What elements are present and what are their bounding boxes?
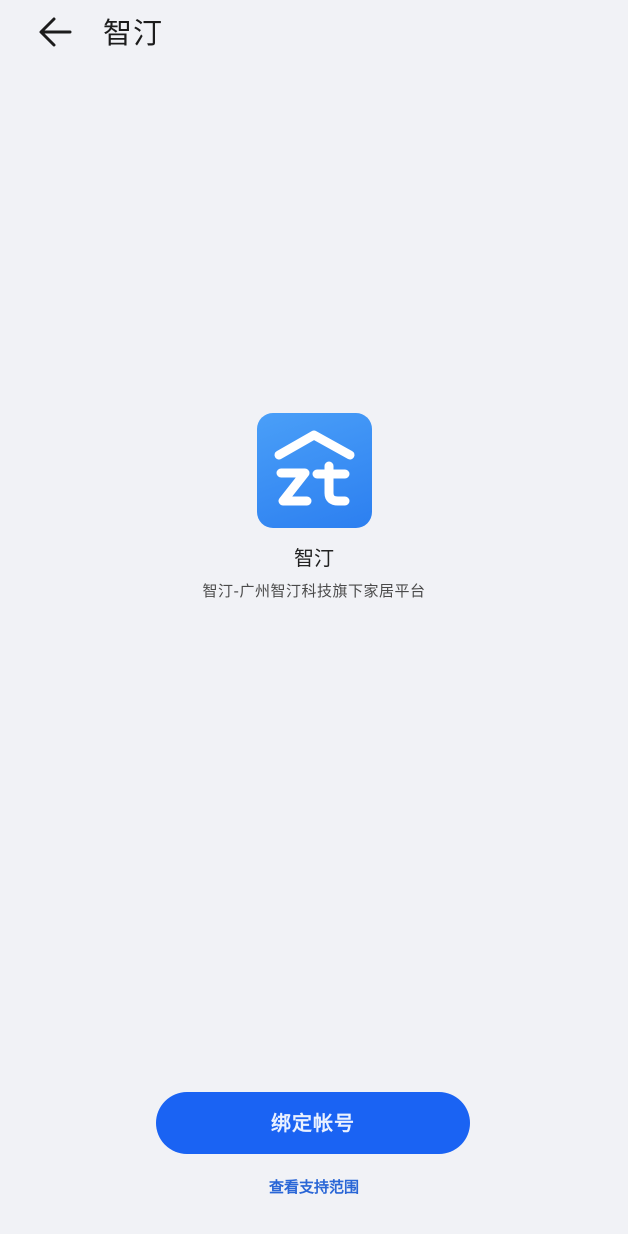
- view-support-scope-link[interactable]: 查看支持范围: [0, 1176, 628, 1198]
- app-description: 智汀-广州智汀科技旗下家居平台: [202, 582, 426, 600]
- bind-account-button[interactable]: 绑定帐号: [156, 1092, 470, 1154]
- back-button[interactable]: [36, 14, 76, 50]
- top-bar: 智汀: [0, 0, 628, 70]
- zt-logo-icon: [256, 413, 372, 528]
- app-name: 智汀: [294, 546, 334, 570]
- page-title: 智汀: [103, 16, 164, 50]
- app-info: 智汀 智汀-广州智汀科技旗下家居平台: [0, 413, 628, 601]
- arrow-left-icon: [39, 17, 72, 47]
